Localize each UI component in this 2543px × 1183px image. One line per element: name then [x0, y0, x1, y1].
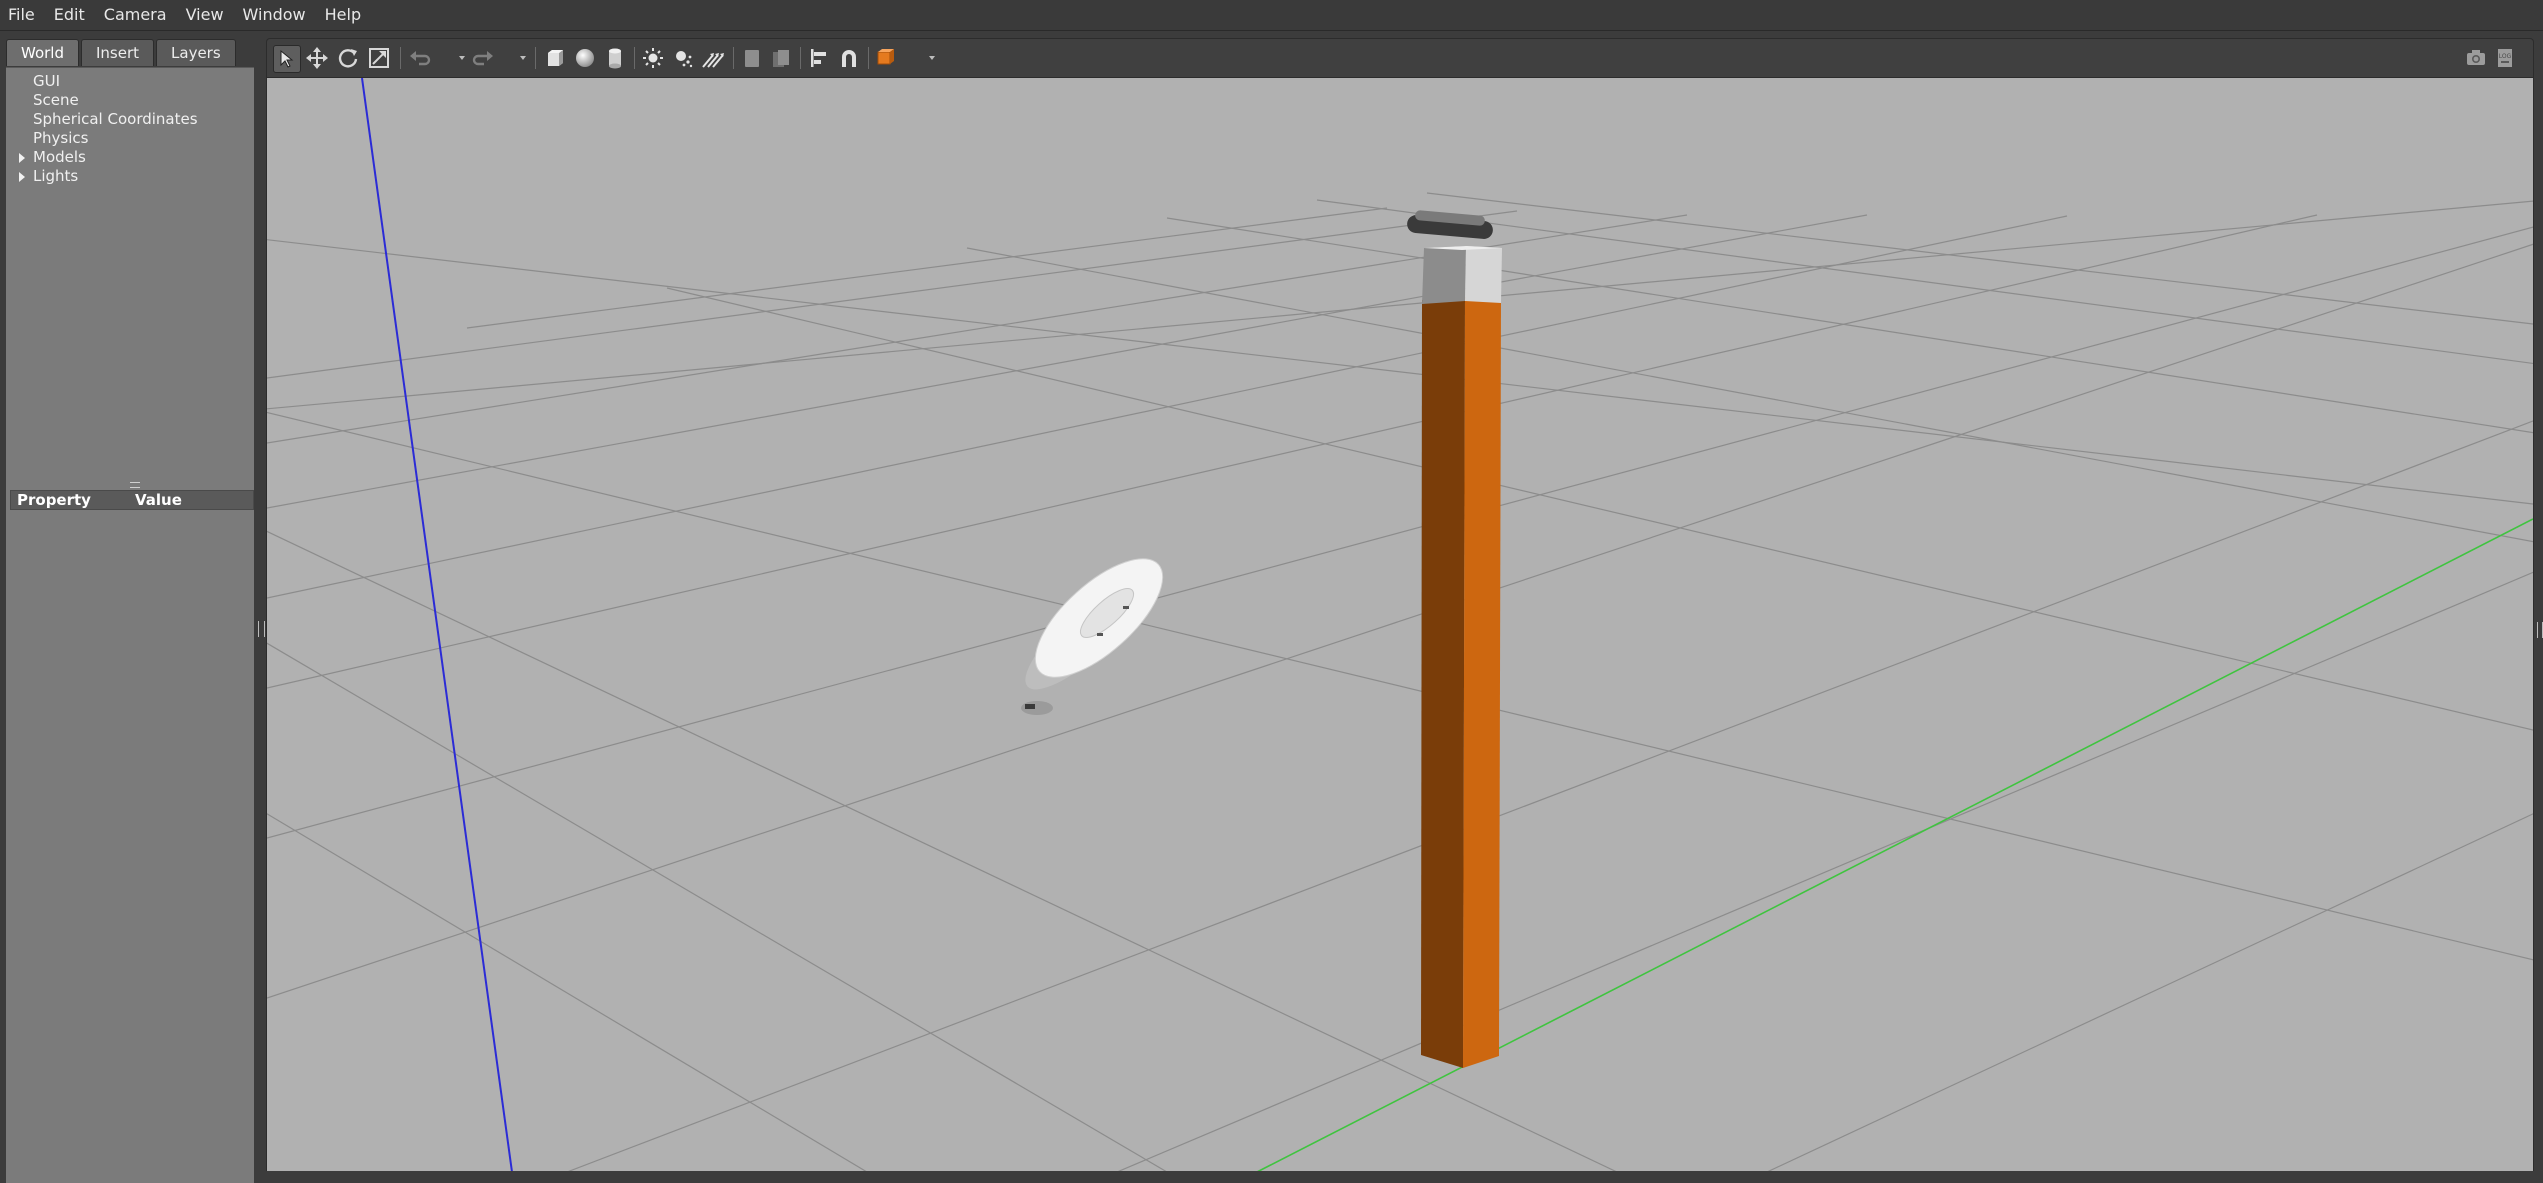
rotate-mode-icon[interactable] [335, 45, 361, 71]
toolbar-separator [733, 47, 734, 69]
tree-item-models[interactable]: Models [6, 148, 254, 167]
toolbar-separator [535, 47, 536, 69]
render-toolbar: LOG [266, 38, 2534, 77]
tree-item-lights[interactable]: Lights [6, 167, 254, 186]
select-mode-icon[interactable] [273, 45, 301, 73]
tree-item-gui[interactable]: GUI [6, 72, 254, 91]
tree-property-splitter[interactable] [130, 482, 140, 488]
toolbar-separator [800, 47, 801, 69]
undo-icon[interactable] [407, 45, 433, 71]
expand-arrow-icon[interactable] [19, 172, 25, 182]
tree-item-label: Spherical Coordinates [33, 110, 198, 128]
scene-render[interactable] [267, 78, 2533, 1172]
sphere-shape-icon[interactable] [572, 45, 598, 71]
property-column-header[interactable]: Property [11, 491, 135, 509]
tree-item-label: Physics [33, 129, 89, 147]
point-light-icon[interactable] [640, 45, 666, 71]
log-icon[interactable]: LOG [2492, 45, 2518, 71]
box-shape-icon[interactable] [542, 45, 568, 71]
view-angle-icon[interactable] [873, 45, 899, 71]
toolbar-separator [400, 47, 401, 69]
left-panel-tabs: World Insert Layers [6, 39, 236, 66]
menu-window[interactable]: Window [235, 0, 317, 30]
property-table-header: Property Value [10, 490, 254, 510]
sensor-model [1407, 210, 1493, 239]
menu-edit[interactable]: Edit [46, 0, 96, 30]
cylinder-shape-icon[interactable] [602, 45, 628, 71]
right-panel-collapsed [2534, 31, 2543, 1182]
view-angle-dropdown-icon[interactable] [929, 56, 935, 60]
redo-history-dropdown-icon[interactable] [520, 56, 526, 60]
paste-icon[interactable] [768, 45, 794, 71]
splitter-grip-icon[interactable] [258, 621, 265, 637]
value-column-header[interactable]: Value [135, 491, 182, 509]
z-axis-line [361, 78, 513, 1172]
world-tree-panel: GUI Scene Spherical Coordinates Physics … [6, 67, 254, 1183]
panel-splitter[interactable] [258, 31, 265, 1182]
pillar-model [1421, 246, 1502, 1068]
toolbar-separator [868, 47, 869, 69]
tab-world[interactable]: World [6, 39, 79, 66]
tree-item-label: Lights [33, 167, 79, 185]
tree-item-spherical-coordinates[interactable]: Spherical Coordinates [6, 110, 254, 129]
tree-item-label: GUI [33, 72, 61, 90]
tab-insert[interactable]: Insert [81, 39, 155, 66]
3d-viewport[interactable] [266, 77, 2534, 1173]
bottom-status-strip [266, 1171, 2534, 1182]
menu-camera[interactable]: Camera [96, 0, 178, 30]
menu-help[interactable]: Help [317, 0, 372, 30]
tree-item-scene[interactable]: Scene [6, 91, 254, 110]
tab-layers[interactable]: Layers [156, 39, 236, 66]
translate-mode-icon[interactable] [304, 45, 330, 71]
menu-bar: File Edit Camera View Window Help [0, 0, 2543, 31]
menu-view[interactable]: View [178, 0, 235, 30]
toolbar-separator [634, 47, 635, 69]
screenshot-icon[interactable] [2463, 45, 2489, 71]
tree-item-physics[interactable]: Physics [6, 129, 254, 148]
expand-arrow-icon[interactable] [19, 153, 25, 163]
align-icon[interactable] [806, 45, 832, 71]
right-splitter-grip-icon[interactable] [2537, 622, 2543, 638]
tree-item-label: Models [33, 148, 86, 166]
left-panel: World Insert Layers GUI Scene Spherical … [0, 31, 258, 1183]
svg-text:LOG: LOG [2499, 53, 2512, 60]
snap-icon[interactable] [836, 45, 862, 71]
scale-mode-icon[interactable] [366, 45, 392, 71]
undo-history-dropdown-icon[interactable] [459, 56, 465, 60]
tree-item-label: Scene [33, 91, 79, 109]
directional-light-icon[interactable] [700, 45, 726, 71]
copy-icon[interactable] [739, 45, 765, 71]
redo-icon[interactable] [470, 45, 496, 71]
ground-grid [267, 192, 2533, 1172]
spot-light-icon[interactable] [670, 45, 696, 71]
menu-file[interactable]: File [0, 0, 46, 30]
world-tree: GUI Scene Spherical Coordinates Physics … [6, 72, 254, 186]
